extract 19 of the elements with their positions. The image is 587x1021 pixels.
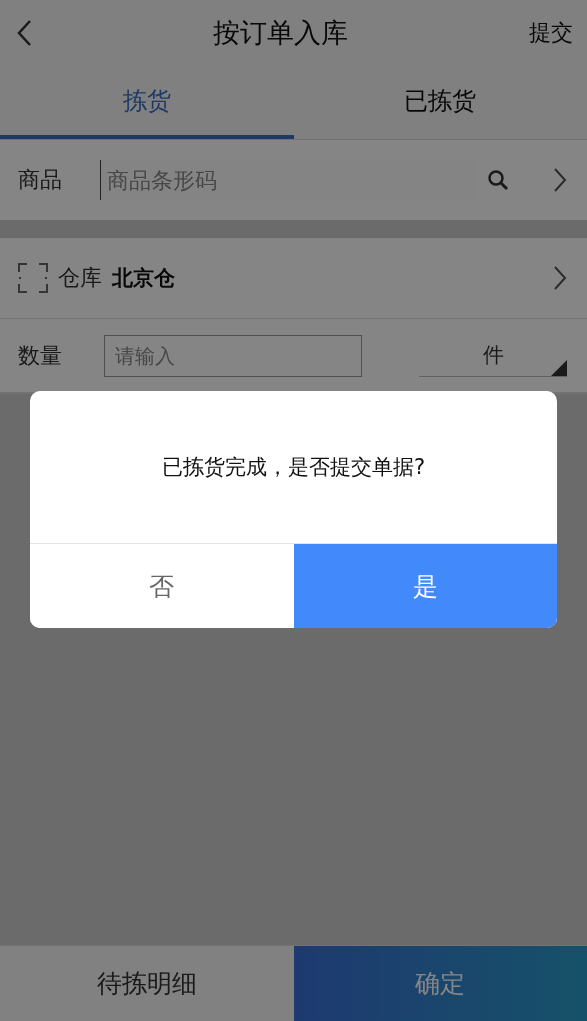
field-label: 商品 [18, 166, 62, 194]
pending-details-button[interactable]: 待拣明细 [0, 945, 294, 1021]
confirm-button[interactable]: 确定 [293, 945, 587, 1021]
barcode-search-bar[interactable]: 商品 商品条形码 [0, 140, 587, 220]
chevron-right-icon [553, 167, 567, 193]
dropdown-corner-icon [551, 359, 567, 376]
field-label: 数量 [18, 341, 62, 370]
warehouse-value: 北京仓 [112, 265, 176, 292]
field-label: 仓库 [58, 264, 102, 292]
back-icon [16, 19, 32, 47]
scan-icon[interactable] [18, 263, 48, 293]
quantity-field[interactable]: 请输入 [104, 334, 362, 377]
chevron-right-icon [553, 265, 567, 291]
tab[interactable]: 已拣货 [293, 66, 587, 139]
search-icon[interactable] [487, 169, 509, 191]
submit-button[interactable]: 提交 [529, 18, 573, 48]
page-title: 按订单入库 [213, 16, 348, 50]
back-button[interactable] [16, 19, 32, 47]
yes-button[interactable]: 是 [293, 544, 557, 628]
